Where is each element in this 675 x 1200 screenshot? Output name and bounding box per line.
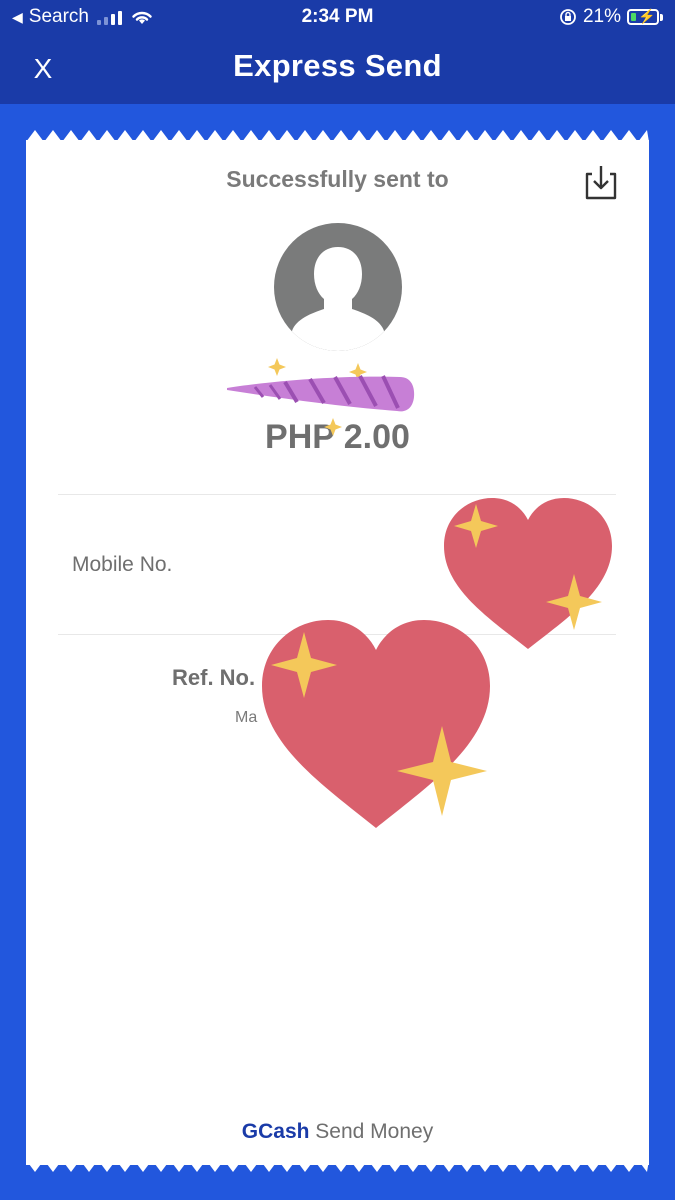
- status-bar: ◀ Search 2:34 PM 21% ⚡: [0, 0, 675, 34]
- status-right: 21% ⚡: [559, 6, 663, 28]
- sparkling-heart-sticker-large: [262, 620, 490, 828]
- transaction-date: Ma: [235, 709, 258, 726]
- battery-fill: [631, 13, 636, 21]
- battery-charging-icon: ⚡: [627, 8, 659, 25]
- unicorn-horn-sticker: [227, 358, 415, 436]
- avatar: [274, 223, 402, 351]
- mobile-number-label: Mobile No.: [72, 553, 173, 576]
- battery-percent: 21%: [582, 6, 621, 27]
- download-icon[interactable]: [583, 162, 619, 202]
- receipt-footer: GCash Send Money: [26, 1120, 649, 1144]
- success-message: Successfully sent to: [226, 166, 449, 192]
- reference-number-label: Ref. No.: [172, 665, 256, 690]
- footer-brand: GCash: [241, 1120, 310, 1143]
- page-title: Express Send: [233, 48, 442, 83]
- footer-text: Send Money: [315, 1120, 434, 1143]
- battery-tip: [660, 13, 663, 21]
- nav-bar: X Express Send: [0, 34, 675, 104]
- orientation-lock-icon: [560, 9, 576, 25]
